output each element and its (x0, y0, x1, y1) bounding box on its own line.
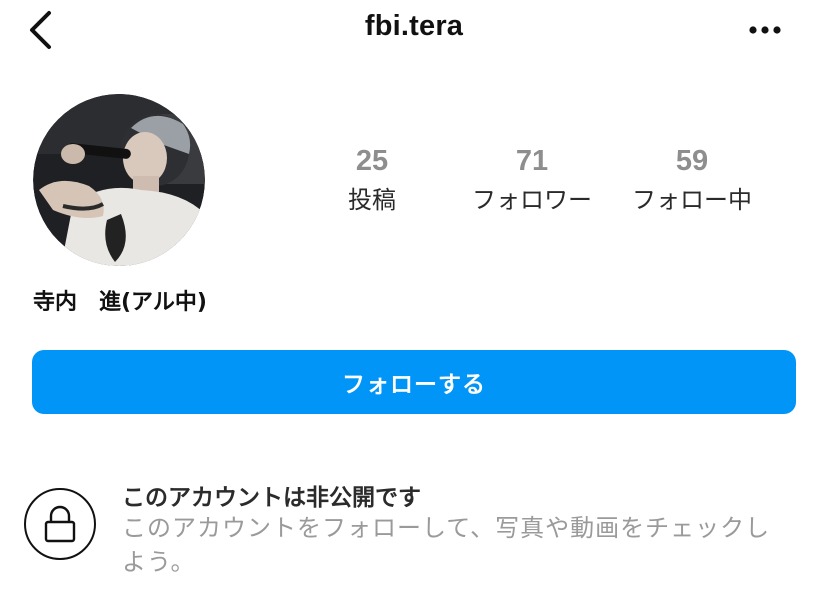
following-count: 59 (675, 145, 709, 177)
page-title: fbi.tera (364, 10, 464, 42)
followers-label: フォロワー (472, 186, 592, 214)
stat-posts[interactable]: 25 投稿 (322, 144, 422, 218)
followers-count: 71 (515, 145, 549, 177)
ellipsis-horizontal-icon (749, 26, 781, 34)
more-options-button[interactable] (742, 12, 788, 48)
profile-screen: fbi.tera 25 投稿 71 フォロワー 59 フォロー中 寺内 進(アル… (0, 0, 828, 616)
follow-button[interactable]: フォローする (32, 350, 796, 414)
posts-label: 投稿 (348, 186, 396, 214)
avatar[interactable] (33, 94, 205, 266)
follow-button-label: フォローする (342, 372, 486, 398)
stat-following[interactable]: 59 フォロー中 (612, 144, 772, 218)
following-label: フォロー中 (632, 186, 752, 214)
top-bar: fbi.tera (0, 0, 828, 60)
stat-followers[interactable]: 71 フォロワー (452, 144, 612, 218)
lock-icon (44, 505, 76, 543)
posts-count: 25 (355, 145, 389, 177)
lock-badge (24, 488, 96, 560)
display-name: 寺内 進(アル中) (33, 290, 207, 315)
private-account-title: このアカウントは非公開です (122, 485, 421, 511)
private-account-description: このアカウントをフォローして、写真や動画をチェックしよう。 (122, 514, 771, 576)
